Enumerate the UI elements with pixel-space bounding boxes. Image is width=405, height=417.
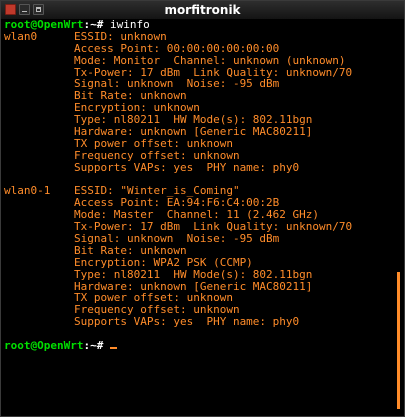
prompt-symbol: #	[96, 339, 104, 353]
command-line: root@OpenWrt:~# iwinfo	[4, 19, 392, 31]
output-line: Supports VAPs: yes PHY name: phy0	[74, 160, 300, 174]
terminal-output[interactable]: root@OpenWrt:~# iwinfo wlan0 ESSID: unkno…	[4, 19, 392, 415]
title-bar[interactable]: morfitronik	[1, 1, 404, 20]
prompt-line[interactable]: root@OpenWrt:~#	[4, 340, 392, 352]
terminal-window: morfitronik root@OpenWrt:~# iwinfo wlan0…	[0, 0, 405, 417]
prompt-user: root@OpenWrt	[4, 339, 84, 353]
scrollbar[interactable]	[393, 20, 403, 416]
window-title: morfitronik	[164, 3, 241, 17]
prompt-path: :~	[83, 339, 97, 353]
interface-name: wlan0-1	[4, 184, 51, 198]
text-cursor	[109, 347, 117, 350]
interface-line: Supports VAPs: yes PHY name: phy0	[4, 316, 392, 328]
interface-line: Signal: unknown Noise: -95 dBm	[4, 78, 392, 90]
scrollbar-thumb[interactable]	[397, 272, 400, 409]
interface-line: Supports VAPs: yes PHY name: phy0	[4, 160, 392, 174]
interface-line: Signal: unknown Noise: -95 dBm	[4, 233, 392, 245]
interface-name: wlan0	[4, 29, 38, 43]
output-line: Supports VAPs: yes PHY name: phy0	[74, 315, 300, 329]
